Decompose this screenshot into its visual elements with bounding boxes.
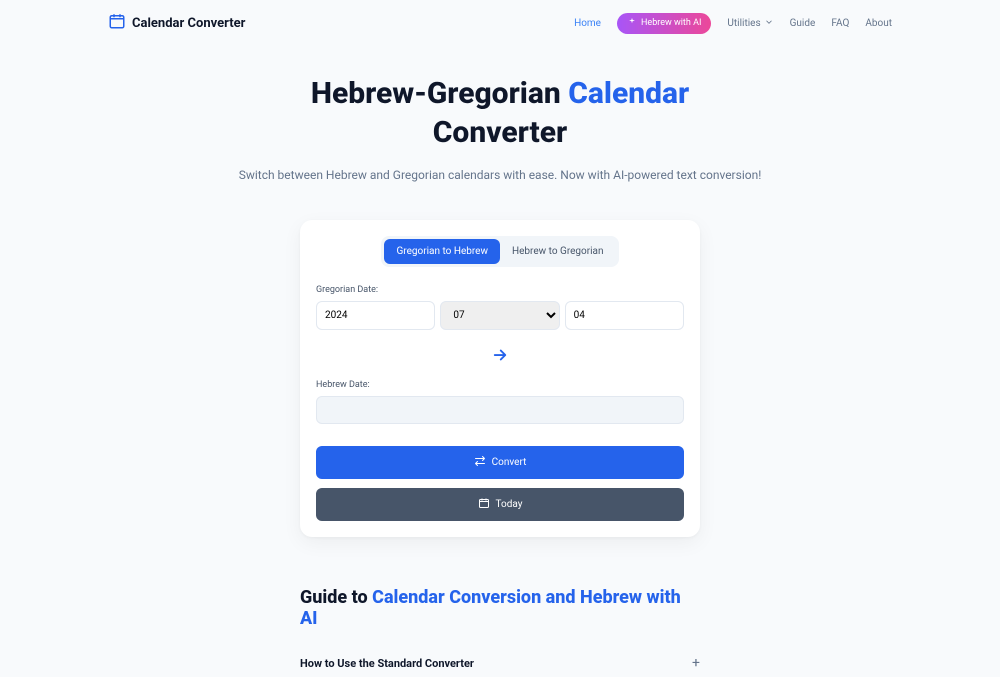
convert-button[interactable]: Convert <box>316 446 684 479</box>
title-part2: Converter <box>433 115 567 150</box>
title-part1: Hebrew-Gregorian <box>311 76 568 111</box>
tab-hebrew-to-gregorian[interactable]: Hebrew to Gregorian <box>500 239 616 264</box>
accordion-item-1[interactable]: How to Use the Standard Converter + <box>300 649 700 677</box>
brand[interactable]: Calendar Converter <box>108 12 245 34</box>
arrow-row <box>316 330 684 380</box>
title-accent: Calendar <box>568 76 689 111</box>
nav-faq[interactable]: FAQ <box>831 18 849 29</box>
top-nav: Calendar Converter Home Hebrew with AI U… <box>0 0 1000 46</box>
today-button-label: Today <box>496 499 523 510</box>
calendar-small-icon <box>478 497 490 512</box>
hero: Hebrew-Gregorian Calendar Converter Swit… <box>0 46 1000 192</box>
guide-section: Guide to Calendar Conversion and Hebrew … <box>300 587 700 677</box>
today-button[interactable]: Today <box>316 488 684 521</box>
nav-utilities-label: Utilities <box>727 18 760 29</box>
guide-title-plain: Guide to <box>300 587 372 608</box>
nav-hebrew-ai-label: Hebrew with AI <box>641 18 701 28</box>
plus-icon: + <box>692 655 700 671</box>
brand-title: Calendar Converter <box>132 16 245 31</box>
gregorian-date-row: 07 <box>316 301 684 330</box>
nav-hebrew-ai[interactable]: Hebrew with AI <box>617 13 711 34</box>
arrow-right-icon <box>491 346 509 368</box>
sparkle-icon <box>627 17 637 30</box>
nav-home[interactable]: Home <box>574 18 601 29</box>
nav-utilities[interactable]: Utilities <box>727 17 773 30</box>
direction-tabs: Gregorian to Hebrew Hebrew to Gregorian <box>381 236 618 267</box>
nav-about[interactable]: About <box>865 18 892 29</box>
tab-gregorian-to-hebrew[interactable]: Gregorian to Hebrew <box>384 239 500 264</box>
day-input[interactable] <box>565 301 684 330</box>
calendar-icon <box>108 12 126 34</box>
converter-card: Gregorian to Hebrew Hebrew to Gregorian … <box>300 220 700 537</box>
swap-icon <box>474 455 486 470</box>
chevron-down-icon <box>764 17 774 30</box>
hebrew-date-output <box>316 396 684 424</box>
month-select[interactable]: 07 <box>440 301 559 330</box>
guide-title: Guide to Calendar Conversion and Hebrew … <box>300 587 700 629</box>
year-input[interactable] <box>316 301 435 330</box>
hebrew-date-label: Hebrew Date: <box>316 380 684 390</box>
page-title: Hebrew-Gregorian Calendar Converter <box>20 74 980 152</box>
accordion-item-1-label: How to Use the Standard Converter <box>300 657 474 670</box>
convert-button-label: Convert <box>492 457 527 468</box>
gregorian-date-label: Gregorian Date: <box>316 285 684 295</box>
page-subtitle: Switch between Hebrew and Gregorian cale… <box>20 168 980 182</box>
nav-guide[interactable]: Guide <box>790 18 816 29</box>
nav-links: Home Hebrew with AI Utilities Guide FAQ … <box>574 13 892 34</box>
